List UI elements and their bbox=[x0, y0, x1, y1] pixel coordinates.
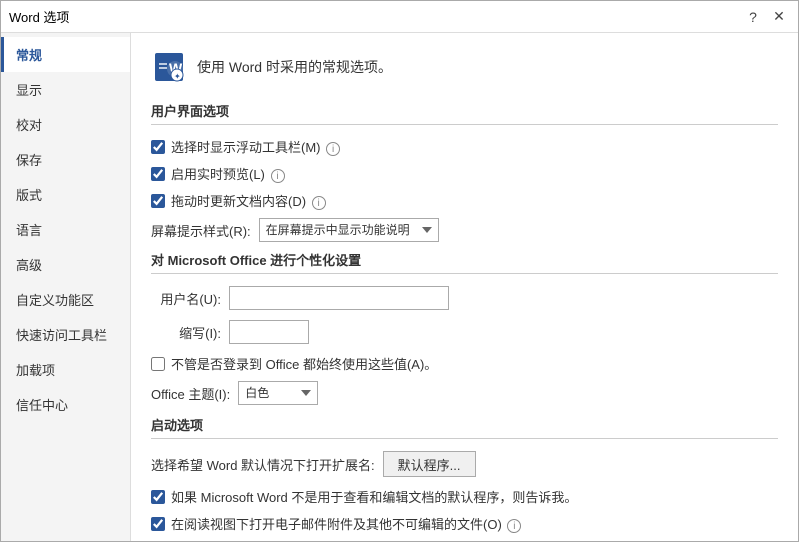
word-options-dialog: Word 选项 ? ✕ 常规显示校对保存版式语言高级自定义功能区快速访问工具栏加… bbox=[0, 0, 799, 542]
info-icon-1: i bbox=[271, 169, 285, 183]
sidebar-item-6[interactable]: 高级 bbox=[1, 247, 130, 282]
checkbox-row-dragupdate: 拖动时更新文档内容(D) i bbox=[151, 191, 778, 210]
startup-section-title: 启动选项 bbox=[151, 415, 778, 439]
info-icon-2: i bbox=[312, 196, 326, 210]
sidebar-item-5[interactable]: 语言 bbox=[1, 212, 130, 247]
checkbox-readingview[interactable] bbox=[151, 517, 165, 531]
dialog-content: 常规显示校对保存版式语言高级自定义功能区快速访问工具栏加载项信任中心 W ✦ 使… bbox=[1, 33, 798, 541]
sidebar-item-10[interactable]: 信任中心 bbox=[1, 387, 130, 422]
info-icon-0: i bbox=[326, 142, 340, 156]
checkbox-alwaysuse-label: 不管是否登录到 Office 都始终使用这些值(A)。 bbox=[171, 354, 437, 373]
sidebar-item-1[interactable]: 显示 bbox=[1, 72, 130, 107]
sidebar-item-0[interactable]: 常规 bbox=[1, 37, 130, 72]
sidebar-item-2[interactable]: 校对 bbox=[1, 107, 130, 142]
sidebar-item-4[interactable]: 版式 bbox=[1, 177, 130, 212]
title-bar: Word 选项 ? ✕ bbox=[1, 1, 798, 33]
sidebar-item-3[interactable]: 保存 bbox=[1, 142, 130, 177]
checkbox-minifloat[interactable] bbox=[151, 140, 165, 154]
username-input[interactable] bbox=[229, 286, 449, 310]
office-theme-row: Office 主题(I): 白色 bbox=[151, 381, 778, 405]
ui-options-section-title: 用户界面选项 bbox=[151, 101, 778, 125]
startup-extensions-label: 选择希望 Word 默认情况下打开扩展名: bbox=[151, 455, 375, 474]
sidebar-item-8[interactable]: 快速访问工具栏 bbox=[1, 317, 130, 352]
checkbox-minifloat-label: 选择时显示浮动工具栏(M) i bbox=[171, 137, 340, 156]
checkbox-row-livepreview: 启用实时预览(L) i bbox=[151, 164, 778, 183]
checkbox-row-notdefault: 如果 Microsoft Word 不是用于查看和编辑文档的默认程序，则告诉我。 bbox=[151, 487, 778, 506]
checkbox-alwaysuse[interactable] bbox=[151, 357, 165, 371]
default-program-button[interactable]: 默认程序... bbox=[383, 451, 476, 477]
checkbox-livepreview[interactable] bbox=[151, 167, 165, 181]
username-row: 用户名(U): bbox=[151, 286, 778, 310]
sidebar: 常规显示校对保存版式语言高级自定义功能区快速访问工具栏加载项信任中心 bbox=[1, 33, 131, 541]
office-theme-label: Office 主题(I): bbox=[151, 384, 230, 403]
checkbox-dragupdate-label: 拖动时更新文档内容(D) i bbox=[171, 191, 326, 210]
abbr-label: 缩写(I): bbox=[151, 323, 221, 342]
main-header: W ✦ 使用 Word 时采用的常规选项。 bbox=[151, 49, 778, 85]
username-label: 用户名(U): bbox=[151, 289, 221, 308]
word-options-icon: W ✦ bbox=[151, 49, 187, 85]
screen-tip-select[interactable]: 在屏幕提示中显示功能说明 bbox=[259, 218, 439, 242]
abbr-row: 缩写(I): bbox=[151, 320, 778, 344]
main-panel: W ✦ 使用 Word 时采用的常规选项。 用户界面选项 选择时显示浮动工具栏(… bbox=[131, 33, 798, 541]
checkbox-row-minifloat: 选择时显示浮动工具栏(M) i bbox=[151, 137, 778, 156]
main-header-text: 使用 Word 时采用的常规选项。 bbox=[197, 57, 392, 77]
checkbox-row-alwaysuse: 不管是否登录到 Office 都始终使用这些值(A)。 bbox=[151, 354, 778, 373]
office-theme-select[interactable]: 白色 bbox=[238, 381, 318, 405]
dialog-title: Word 选项 bbox=[9, 7, 742, 26]
sidebar-item-7[interactable]: 自定义功能区 bbox=[1, 282, 130, 317]
close-button[interactable]: ✕ bbox=[768, 6, 790, 28]
screen-tip-label: 屏幕提示样式(R): bbox=[151, 221, 251, 240]
checkbox-notdefault-label: 如果 Microsoft Word 不是用于查看和编辑文档的默认程序，则告诉我。 bbox=[171, 487, 577, 506]
sidebar-item-9[interactable]: 加载项 bbox=[1, 352, 130, 387]
abbr-input[interactable] bbox=[229, 320, 309, 344]
startup-extensions-row: 选择希望 Word 默认情况下打开扩展名: 默认程序... bbox=[151, 451, 778, 477]
checkbox-dragupdate[interactable] bbox=[151, 194, 165, 208]
screen-tip-row: 屏幕提示样式(R): 在屏幕提示中显示功能说明 bbox=[151, 218, 778, 242]
checkbox-row-readingview: 在阅读视图下打开电子邮件附件及其他不可编辑的文件(O) i bbox=[151, 514, 778, 533]
checkbox-livepreview-label: 启用实时预览(L) i bbox=[171, 164, 285, 183]
personalize-section-title: 对 Microsoft Office 进行个性化设置 bbox=[151, 250, 778, 274]
info-icon-3: i bbox=[507, 519, 521, 533]
checkbox-readingview-label: 在阅读视图下打开电子邮件附件及其他不可编辑的文件(O) i bbox=[171, 514, 521, 533]
svg-text:✦: ✦ bbox=[174, 72, 181, 81]
help-button[interactable]: ? bbox=[742, 6, 764, 28]
title-bar-controls: ? ✕ bbox=[742, 6, 790, 28]
checkbox-notdefault[interactable] bbox=[151, 490, 165, 504]
